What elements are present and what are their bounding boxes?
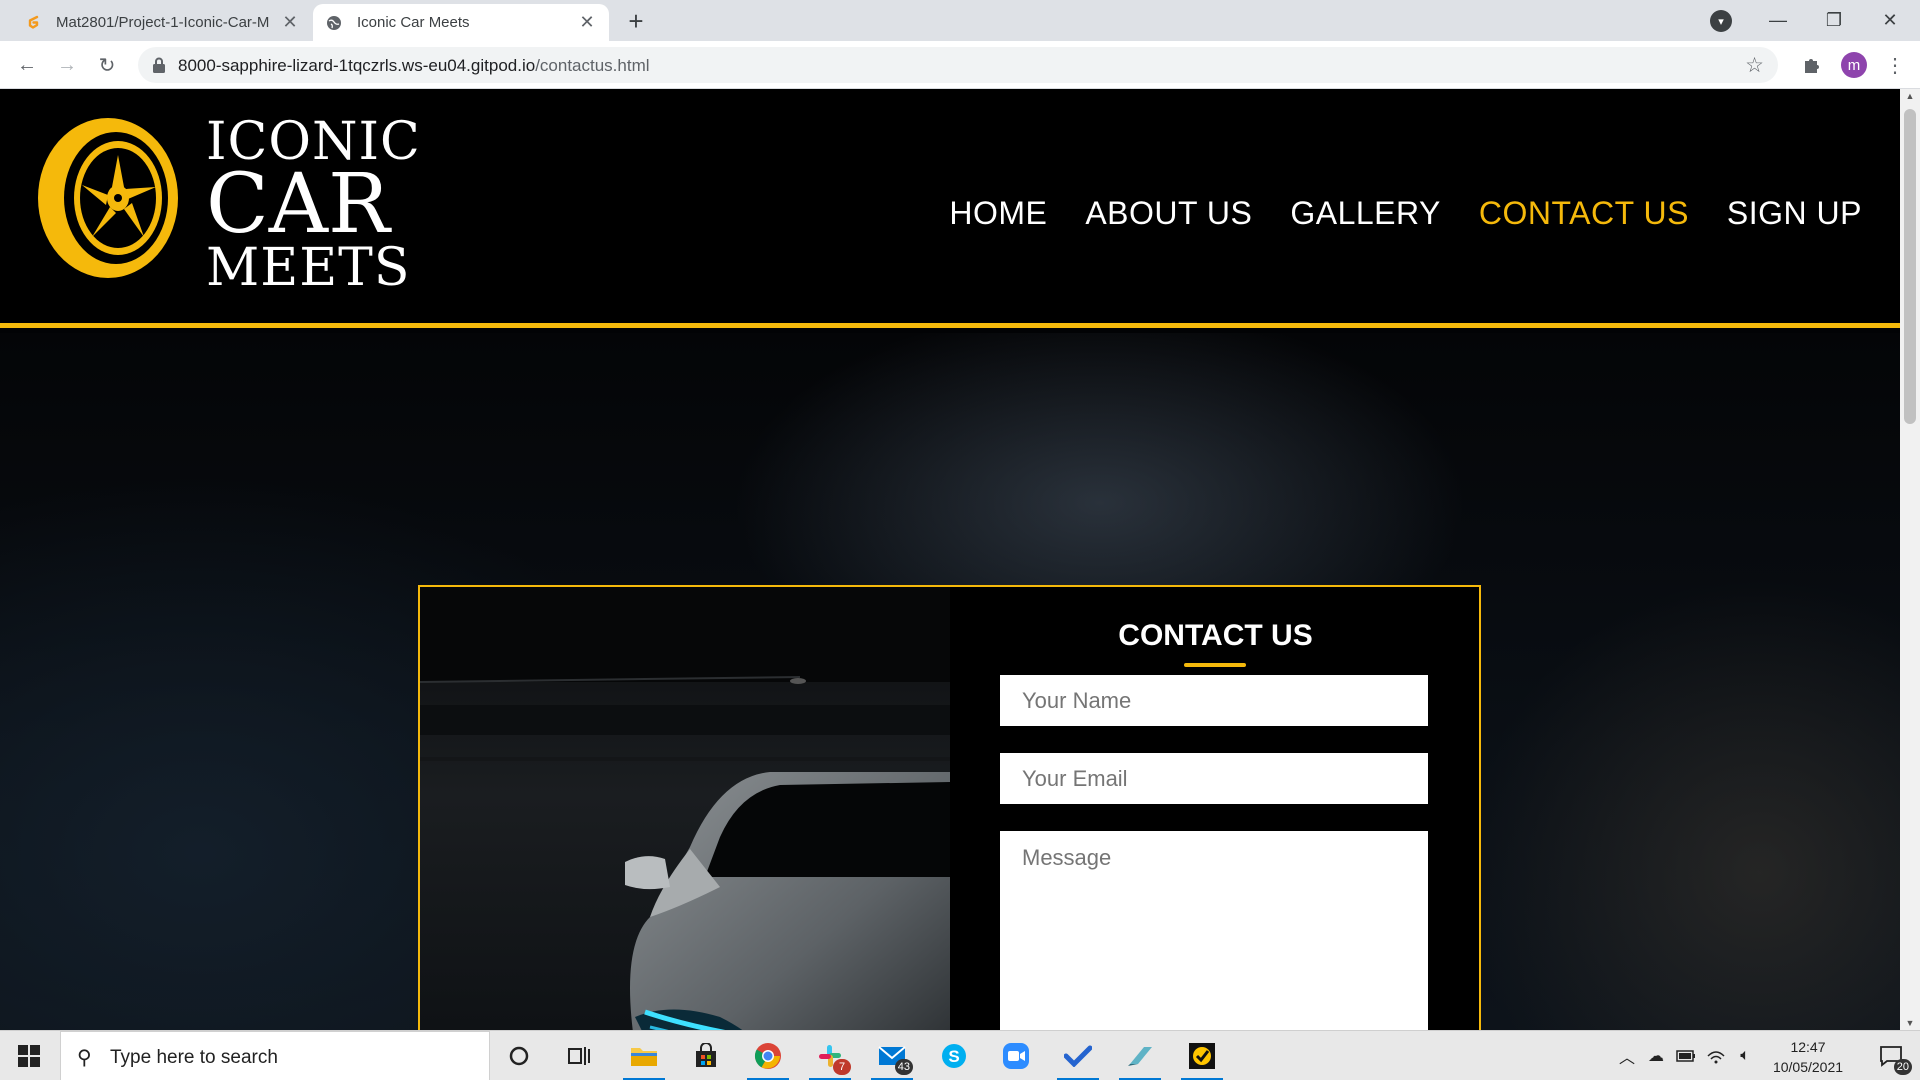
notifications-badge: 20 xyxy=(1893,1059,1912,1075)
logo-wordmark: ICONIC CAR MEETS xyxy=(206,115,421,295)
scroll-thumb[interactable] xyxy=(1904,109,1916,424)
scroll-down-arrow-icon[interactable]: ▼ xyxy=(1905,1018,1915,1028)
name-input[interactable] xyxy=(1000,675,1428,726)
url-host: 8000-sapphire-lizard-1tqczrls.ws-eu04.gi… xyxy=(178,56,536,75)
norton-icon[interactable] xyxy=(1173,1031,1231,1080)
close-tab-icon[interactable]: ✕ xyxy=(577,12,597,33)
clock-date: 10/05/2021 xyxy=(1772,1059,1844,1075)
tab-search-icon[interactable]: ▾ xyxy=(1710,10,1732,32)
scroll-up-arrow-icon[interactable]: ▲ xyxy=(1905,91,1915,101)
kebab-menu-icon[interactable]: ⋮ xyxy=(1882,52,1908,78)
tab-iconic-car-meets[interactable]: Iconic Car Meets ✕ xyxy=(313,4,609,41)
gitpod-icon xyxy=(24,14,42,32)
chrome-icon[interactable] xyxy=(739,1031,797,1080)
tab-title: Iconic Car Meets xyxy=(357,14,470,31)
restore-icon[interactable]: ❐ xyxy=(1806,0,1862,41)
url-text: 8000-sapphire-lizard-1tqczrls.ws-eu04.gi… xyxy=(178,56,650,76)
tab-github[interactable]: Mat2801/Project-1-Iconic-Car-M ✕ xyxy=(12,4,312,41)
site-logo[interactable]: ICONIC CAR MEETS xyxy=(36,115,420,295)
reload-icon[interactable]: ↻ xyxy=(94,52,120,78)
battery-icon[interactable] xyxy=(1672,1031,1700,1080)
clock-time: 12:47 xyxy=(1790,1039,1826,1055)
mail-badge: 43 xyxy=(894,1059,913,1075)
pen-icon[interactable] xyxy=(1111,1031,1169,1080)
checkmark-icon[interactable] xyxy=(1049,1031,1107,1080)
bookmark-star-icon[interactable]: ☆ xyxy=(1745,53,1764,78)
title-underline xyxy=(1184,663,1246,667)
page-viewport: ICONIC CAR MEETS HOME ABOUT US GALLERY C… xyxy=(0,89,1900,1030)
slack-icon[interactable]: 7 xyxy=(801,1031,859,1080)
store-icon[interactable] xyxy=(677,1031,735,1080)
address-bar[interactable]: 8000-sapphire-lizard-1tqczrls.ws-eu04.gi… xyxy=(138,47,1778,83)
back-arrow-icon[interactable]: ← xyxy=(14,52,40,78)
nav-contact-us[interactable]: CONTACT US xyxy=(1479,195,1689,232)
svg-text:S: S xyxy=(948,1047,959,1066)
wifi-icon[interactable] xyxy=(1702,1031,1730,1080)
extensions-puzzle-icon[interactable] xyxy=(1799,52,1825,78)
windows-start-icon[interactable] xyxy=(0,1031,58,1080)
taskbar-clock[interactable]: 12:47 10/05/2021 xyxy=(1758,1037,1858,1077)
nav-gallery[interactable]: GALLERY xyxy=(1290,195,1441,232)
forward-arrow-icon[interactable]: → xyxy=(54,52,80,78)
site-header: ICONIC CAR MEETS HOME ABOUT US GALLERY C… xyxy=(0,89,1900,328)
nav-about-us[interactable]: ABOUT US xyxy=(1085,195,1252,232)
minimize-icon[interactable]: — xyxy=(1750,0,1806,41)
folder-icon[interactable] xyxy=(615,1031,673,1080)
contact-section: CONTACT US xyxy=(418,585,1481,1030)
close-tab-icon[interactable]: ✕ xyxy=(280,12,300,33)
onedrive-cloud-icon[interactable]: ☁ xyxy=(1642,1031,1670,1080)
browser-toolbar: ← → ↻ 8000-sapphire-lizard-1tqczrls.ws-e… xyxy=(0,41,1920,89)
nav-sign-up[interactable]: SIGN UP xyxy=(1727,195,1862,232)
task-view-icon[interactable] xyxy=(550,1031,608,1080)
nav-home[interactable]: HOME xyxy=(949,195,1047,232)
tire-wheel-icon xyxy=(38,118,178,278)
new-tab-button[interactable]: + xyxy=(622,6,650,37)
car-photo xyxy=(420,587,950,1030)
profile-avatar[interactable]: m xyxy=(1841,52,1867,78)
close-window-icon[interactable]: ✕ xyxy=(1862,0,1918,41)
main-nav: HOME ABOUT US GALLERY CONTACT US SIGN UP xyxy=(949,195,1862,232)
zoom-icon[interactable] xyxy=(987,1031,1045,1080)
windows-taskbar: ⚲ Type here to search 7 43 S ︿ ☁ 🔈︎ 12:4… xyxy=(0,1030,1920,1080)
contact-form: CONTACT US xyxy=(950,587,1481,1030)
search-icon: ⚲ xyxy=(77,1047,92,1069)
globe-icon xyxy=(325,14,343,32)
taskbar-search[interactable]: ⚲ Type here to search xyxy=(60,1031,490,1080)
url-path: /contactus.html xyxy=(535,56,650,75)
logo-line-2: CAR xyxy=(206,157,390,252)
volume-muted-icon[interactable]: 🔈︎ xyxy=(1732,1031,1758,1080)
lock-icon xyxy=(153,57,165,73)
email-input[interactable] xyxy=(1000,753,1428,804)
chevron-up-icon[interactable]: ︿ xyxy=(1614,1031,1640,1080)
tab-title: Mat2801/Project-1-Iconic-Car-M xyxy=(56,14,270,31)
notifications-icon[interactable]: 20 xyxy=(1866,1031,1916,1080)
cortana-circle-icon[interactable] xyxy=(490,1031,548,1080)
page-scrollbar[interactable]: ▲ ▼ xyxy=(1900,89,1920,1030)
slack-badge: 7 xyxy=(833,1059,851,1075)
form-title: CONTACT US xyxy=(1118,619,1313,652)
search-placeholder: Type here to search xyxy=(110,1047,278,1068)
browser-tab-strip: Mat2801/Project-1-Iconic-Car-M ✕ Iconic … xyxy=(0,0,1920,41)
message-textarea[interactable] xyxy=(1000,831,1428,1030)
logo-line-3: MEETS xyxy=(206,238,411,298)
mail-icon[interactable]: 43 xyxy=(863,1031,921,1080)
skype-icon[interactable]: S xyxy=(925,1031,983,1080)
